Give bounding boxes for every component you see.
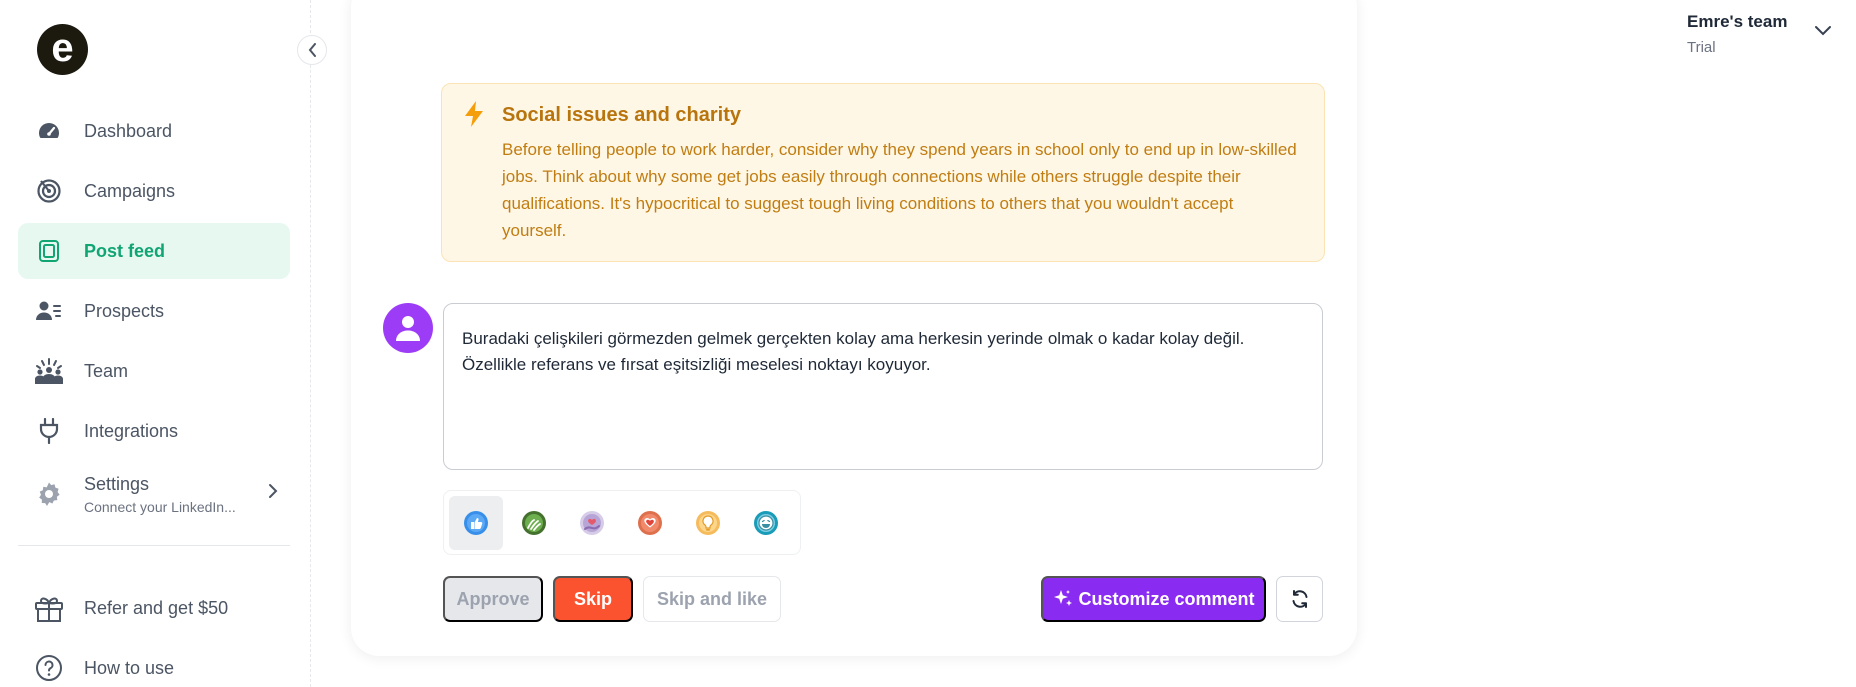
funny-icon [754, 510, 778, 535]
customize-comment-button[interactable]: Customize comment [1041, 576, 1266, 622]
team-plan: Trial [1687, 39, 1716, 56]
sidebar-item-label: Prospects [84, 300, 165, 321]
gift-icon [34, 593, 64, 623]
scroll-fade [351, 0, 1357, 62]
chevron-right-icon [268, 483, 278, 504]
like-icon [464, 510, 488, 535]
sidebar-nav: Dashboard Campaigns Post feed Prospects … [18, 103, 290, 529]
lightning-icon [462, 100, 486, 133]
chevron-down-icon[interactable] [1814, 24, 1832, 42]
reaction-insightful-button[interactable] [681, 496, 735, 550]
sidebar-divider [18, 545, 290, 546]
alert-title: Social issues and charity [502, 104, 741, 126]
prospects-icon [34, 296, 64, 326]
sidebar-item-team[interactable]: Team [18, 343, 290, 399]
sidebar-item-campaigns[interactable]: Campaigns [18, 163, 290, 219]
user-icon [396, 316, 420, 341]
settings-sublabel: Connect your LinkedIn... [84, 498, 236, 515]
sparkle-icon [1054, 590, 1073, 606]
app-logo[interactable]: e [37, 24, 88, 75]
sidebar-item-settings[interactable]: Settings Connect your LinkedIn... [18, 463, 290, 525]
love-icon [638, 510, 662, 535]
settings-label: Settings [84, 473, 150, 494]
collapse-sidebar-button[interactable] [297, 35, 327, 65]
sidebar-item-label: Integrations [84, 420, 179, 441]
comment-textarea[interactable] [443, 303, 1323, 470]
alert-body: Before telling people to work harder, co… [502, 140, 1297, 240]
sidebar-item-refer[interactable]: Refer and get $50 [18, 580, 290, 636]
team-icon [34, 356, 64, 386]
plug-icon [34, 416, 64, 446]
sidebar-item-label: Post feed [84, 240, 166, 261]
refresh-icon [1292, 590, 1307, 608]
support-icon [580, 510, 604, 535]
reaction-love-button[interactable] [623, 496, 677, 550]
reaction-support-button[interactable] [565, 496, 619, 550]
skip-and-like-button[interactable]: Skip and like [643, 576, 781, 622]
chevron-left-icon [308, 43, 316, 57]
skip-button[interactable]: Skip [553, 576, 633, 622]
approve-button[interactable]: Approve [443, 576, 543, 622]
sidebar-item-prospects[interactable]: Prospects [18, 283, 290, 339]
reaction-picker [443, 490, 801, 555]
sidebar-item-post-feed[interactable]: Post feed [18, 223, 290, 279]
sidebar-item-label: Campaigns [84, 180, 176, 201]
feed-icon [34, 236, 64, 266]
target-icon [34, 176, 64, 206]
sidebar-item-label: Refer and get $50 [84, 597, 229, 618]
customize-comment-label: Customize comment [1078, 588, 1255, 609]
sidebar-footer-nav: Refer and get $50 How to use [18, 580, 290, 687]
team-switcher[interactable]: Emre's team Trial [1687, 12, 1787, 56]
logo-letter: e [51, 25, 74, 70]
help-icon [34, 653, 64, 683]
celebrate-icon [522, 510, 546, 535]
reaction-funny-button[interactable] [739, 496, 793, 550]
sidebar-item-label: Dashboard [84, 120, 173, 141]
sidebar-item-label: Team [84, 360, 129, 381]
insightful-icon [696, 510, 720, 535]
reaction-like-button[interactable] [449, 495, 503, 550]
regenerate-button[interactable] [1276, 576, 1323, 622]
sidebar-item-dashboard[interactable]: Dashboard [18, 103, 290, 159]
sidebar: e Dashboard Campaigns Post feed Prospect… [0, 0, 311, 687]
gear-icon [34, 479, 64, 509]
gauge-icon [34, 116, 64, 146]
reaction-celebrate-button[interactable] [507, 496, 561, 550]
settings-text: Settings Connect your LinkedIn... [84, 474, 236, 515]
topic-alert: Social issues and charity Before telling… [441, 83, 1325, 262]
team-name: Emre's team [1687, 12, 1788, 31]
sidebar-item-how-to-use[interactable]: How to use [18, 640, 290, 687]
sidebar-item-label: How to use [84, 657, 175, 678]
sidebar-item-integrations[interactable]: Integrations [18, 403, 290, 459]
avatar [383, 303, 433, 353]
